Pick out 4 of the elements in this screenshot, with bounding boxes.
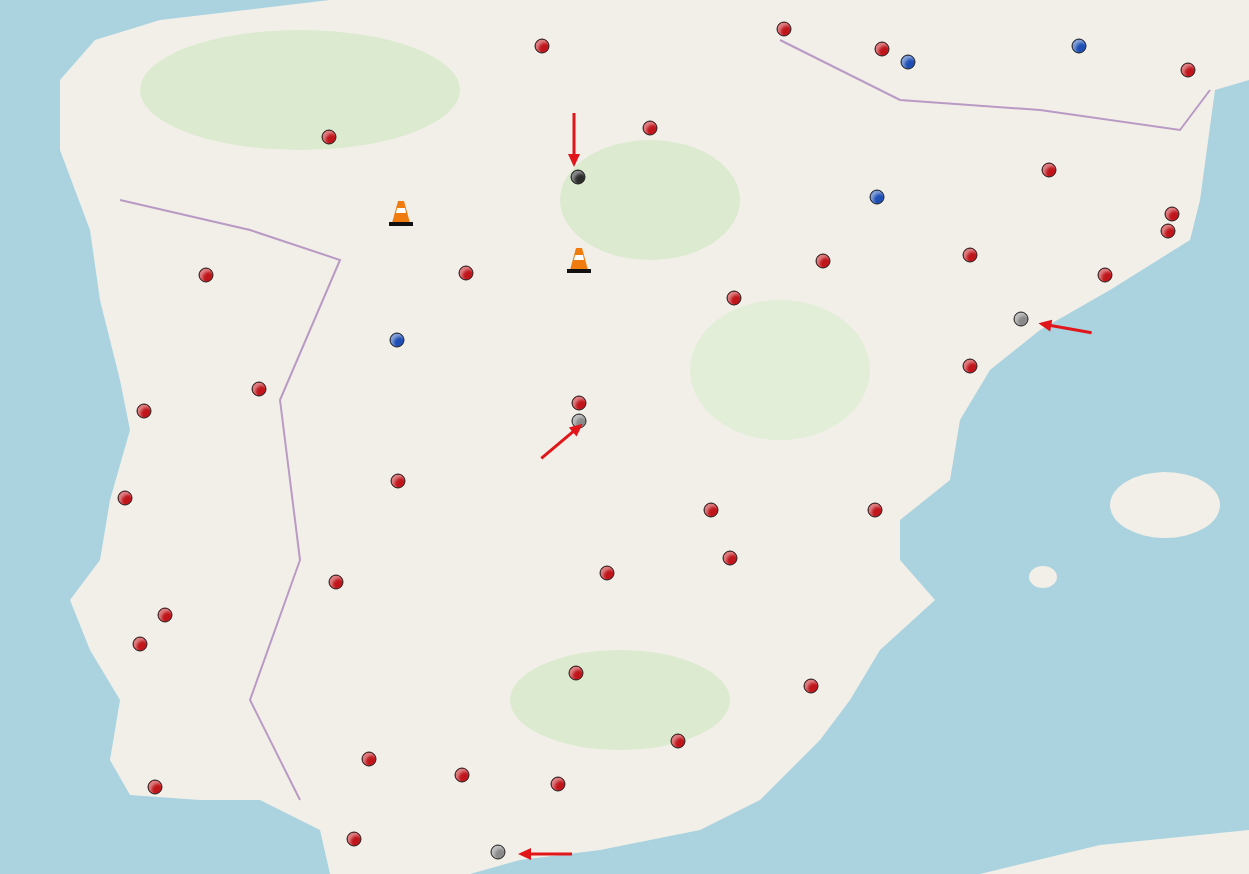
- traffic-cone-icon[interactable]: [389, 199, 413, 227]
- arrow-icon: [567, 112, 581, 168]
- arrow-icon: [517, 847, 573, 861]
- traffic-cone-icon[interactable]: [567, 246, 591, 274]
